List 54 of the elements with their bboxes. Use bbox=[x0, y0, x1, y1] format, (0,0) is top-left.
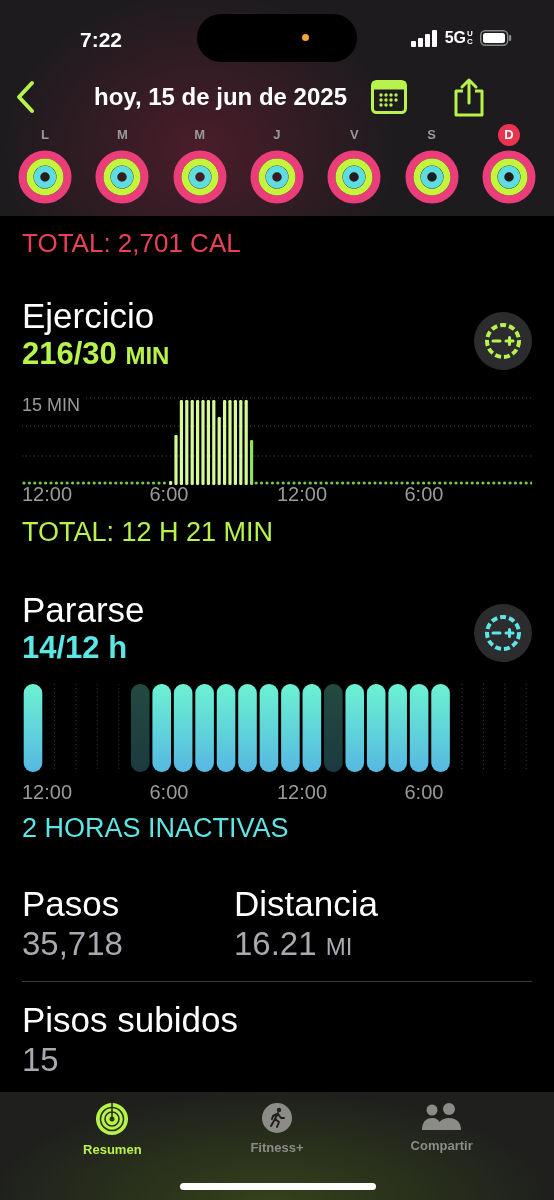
stat-label: Distancia bbox=[234, 884, 379, 924]
activity-rings-icon[interactable] bbox=[404, 150, 459, 204]
day-label[interactable]: M bbox=[194, 124, 206, 146]
goal-adjust-icon bbox=[483, 321, 523, 361]
status-time: 7:22 bbox=[80, 27, 123, 53]
stat-value: 15 bbox=[22, 1040, 60, 1080]
activity-rings-icon[interactable] bbox=[172, 150, 227, 204]
goal-adjust-icon bbox=[483, 613, 523, 653]
exercise-title: Ejercicio bbox=[22, 296, 156, 336]
axis-label: 12:00 bbox=[22, 483, 73, 505]
axis-label: 6:00 bbox=[149, 483, 189, 505]
runner-icon bbox=[261, 1102, 293, 1134]
activity-rings-icon[interactable] bbox=[250, 150, 304, 204]
date-title: hoy, 15 de jun de 2025 bbox=[94, 82, 347, 112]
activity-rings-icon[interactable] bbox=[95, 150, 150, 204]
axis-label: 6:00 bbox=[404, 483, 444, 505]
axis-label: 6:00 bbox=[149, 781, 189, 803]
axis-label: 6:00 bbox=[404, 781, 444, 803]
day-label[interactable]: L bbox=[41, 124, 49, 146]
move-total: TOTAL: 2,701 CAL bbox=[22, 228, 242, 258]
stat-label: Pasos bbox=[22, 884, 121, 924]
activity-rings-icon[interactable] bbox=[481, 150, 536, 204]
axis-label: 12:00 bbox=[22, 781, 73, 803]
rings-icon bbox=[95, 1102, 130, 1136]
back-button[interactable] bbox=[14, 80, 36, 114]
stand-title: Pararse bbox=[22, 590, 145, 630]
day-label[interactable]: J bbox=[273, 124, 281, 146]
stat-value: 35,718 bbox=[22, 924, 124, 964]
calendar-button[interactable] bbox=[371, 80, 407, 114]
activity-rings-icon[interactable] bbox=[327, 150, 382, 204]
signal-icon bbox=[410, 29, 438, 47]
axis-label: 12:00 bbox=[277, 483, 328, 505]
stat-label: Pisos subidos bbox=[22, 1000, 239, 1040]
battery-icon bbox=[480, 30, 512, 46]
day-label[interactable]: D bbox=[497, 124, 520, 146]
day-label[interactable]: V bbox=[349, 124, 359, 146]
network-suffix: UC bbox=[467, 30, 473, 46]
day-label[interactable]: S bbox=[427, 124, 436, 146]
exercise-value: 216/30 MIN bbox=[22, 336, 170, 373]
axis-label: 12:00 bbox=[277, 781, 328, 803]
stand-total: 2 HORAS INACTIVAS bbox=[22, 812, 290, 844]
tab-button[interactable]: Resumen bbox=[52, 1102, 173, 1164]
day-label[interactable]: M bbox=[116, 124, 128, 146]
activity-rings-icon[interactable] bbox=[18, 150, 72, 204]
privacy-dot-icon bbox=[302, 34, 309, 41]
share-button[interactable] bbox=[453, 77, 485, 117]
people-icon bbox=[420, 1102, 463, 1132]
exercise-bar bbox=[250, 440, 254, 485]
exercise-total: TOTAL: 12 H 21 MIN bbox=[22, 516, 275, 548]
stand-value: 14/12 h bbox=[22, 630, 129, 666]
tab-button[interactable]: Compartir bbox=[381, 1102, 502, 1164]
stat-value: 16.21 MI bbox=[234, 924, 354, 964]
network-label: 5G bbox=[444, 28, 466, 48]
tab-button[interactable]: Fitness+ bbox=[217, 1102, 337, 1164]
